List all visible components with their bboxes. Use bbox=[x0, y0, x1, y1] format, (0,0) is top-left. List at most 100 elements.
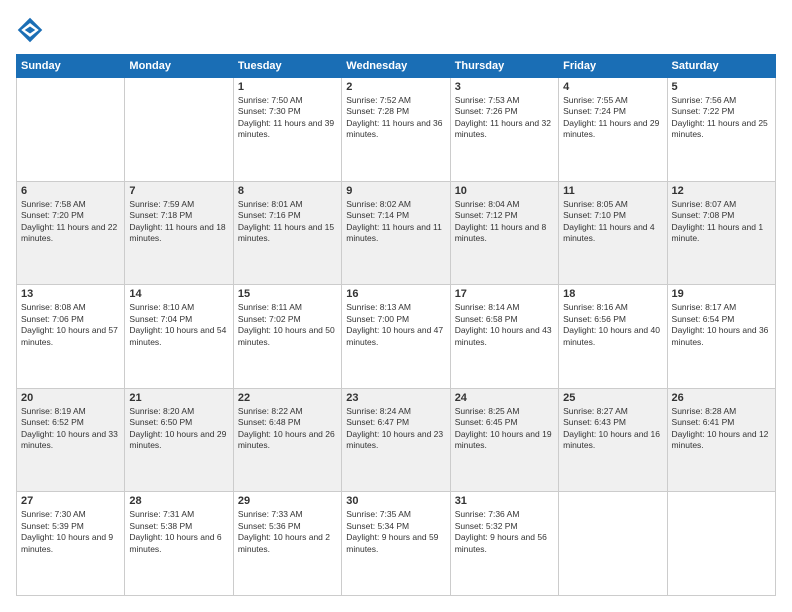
day-number: 30 bbox=[346, 495, 445, 507]
calendar-cell: 20 Sunrise: 8:19 AMSunset: 6:52 PMDayligh… bbox=[17, 388, 125, 492]
calendar-cell: 25 Sunrise: 8:27 AMSunset: 6:43 PMDayligh… bbox=[559, 388, 667, 492]
day-info: Sunrise: 8:27 AMSunset: 6:43 PMDaylight:… bbox=[563, 406, 662, 452]
calendar-cell: 10Sunrise: 8:04 AMSunset: 7:12 PMDayligh… bbox=[450, 181, 558, 285]
day-info: Sunrise: 7:55 AMSunset: 7:24 PMDaylight:… bbox=[563, 95, 662, 141]
day-number: 17 bbox=[455, 288, 554, 300]
day-info: Sunrise: 8:28 AMSunset: 6:41 PMDaylight:… bbox=[672, 406, 771, 452]
calendar-cell: 24 Sunrise: 8:25 AMSunset: 6:45 PMDayligh… bbox=[450, 388, 558, 492]
calendar: SundayMondayTuesdayWednesdayThursdayFrid… bbox=[16, 54, 776, 596]
calendar-cell bbox=[559, 492, 667, 596]
weekday-header: Monday bbox=[125, 55, 233, 78]
calendar-cell: 29 Sunrise: 7:33 AMSunset: 5:36 PMDayligh… bbox=[233, 492, 341, 596]
day-number: 28 bbox=[129, 495, 228, 507]
day-info: Sunrise: 7:36 AMSunset: 5:32 PMDaylight:… bbox=[455, 509, 554, 555]
day-info: Sunrise: 7:33 AMSunset: 5:36 PMDaylight:… bbox=[238, 509, 337, 555]
day-info: Sunrise: 8:05 AMSunset: 7:10 PMDaylight:… bbox=[563, 199, 662, 245]
day-info: Sunrise: 8:11 AMSunset: 7:02 PMDaylight:… bbox=[238, 302, 337, 348]
calendar-cell: 15 Sunrise: 8:11 AMSunset: 7:02 PMDayligh… bbox=[233, 285, 341, 389]
calendar-cell: 14Sunrise: 8:10 AMSunset: 7:04 PMDayligh… bbox=[125, 285, 233, 389]
calendar-cell: 28 Sunrise: 7:31 AMSunset: 5:38 PMDayligh… bbox=[125, 492, 233, 596]
day-info: Sunrise: 7:56 AMSunset: 7:22 PMDaylight:… bbox=[672, 95, 771, 141]
page: SundayMondayTuesdayWednesdayThursdayFrid… bbox=[0, 0, 792, 612]
day-info: Sunrise: 7:59 AMSunset: 7:18 PMDaylight:… bbox=[129, 199, 228, 245]
calendar-cell: 21 Sunrise: 8:20 AMSunset: 6:50 PMDayligh… bbox=[125, 388, 233, 492]
day-number: 12 bbox=[672, 185, 771, 197]
day-info: Sunrise: 8:02 AMSunset: 7:14 PMDaylight:… bbox=[346, 199, 445, 245]
day-number: 7 bbox=[129, 185, 228, 197]
calendar-week-row: 13Sunrise: 8:08 AMSunset: 7:06 PMDayligh… bbox=[17, 285, 776, 389]
calendar-cell: 18 Sunrise: 8:16 AMSunset: 6:56 PMDayligh… bbox=[559, 285, 667, 389]
day-info: Sunrise: 8:13 AMSunset: 7:00 PMDaylight:… bbox=[346, 302, 445, 348]
day-number: 11 bbox=[563, 185, 662, 197]
calendar-cell: 30 Sunrise: 7:35 AMSunset: 5:34 PMDayligh… bbox=[342, 492, 450, 596]
calendar-cell: 7 Sunrise: 7:59 AMSunset: 7:18 PMDaylight… bbox=[125, 181, 233, 285]
day-number: 15 bbox=[238, 288, 337, 300]
day-info: Sunrise: 8:22 AMSunset: 6:48 PMDaylight:… bbox=[238, 406, 337, 452]
day-info: Sunrise: 8:17 AMSunset: 6:54 PMDaylight:… bbox=[672, 302, 771, 348]
day-number: 19 bbox=[672, 288, 771, 300]
day-info: Sunrise: 7:35 AMSunset: 5:34 PMDaylight:… bbox=[346, 509, 445, 555]
day-info: Sunrise: 8:24 AMSunset: 6:47 PMDaylight:… bbox=[346, 406, 445, 452]
day-info: Sunrise: 8:19 AMSunset: 6:52 PMDaylight:… bbox=[21, 406, 120, 452]
day-info: Sunrise: 8:07 AMSunset: 7:08 PMDaylight:… bbox=[672, 199, 771, 245]
weekday-header: Tuesday bbox=[233, 55, 341, 78]
calendar-cell: 2 Sunrise: 7:52 AMSunset: 7:28 PMDaylight… bbox=[342, 78, 450, 182]
calendar-cell: 3 Sunrise: 7:53 AMSunset: 7:26 PMDaylight… bbox=[450, 78, 558, 182]
day-info: Sunrise: 8:04 AMSunset: 7:12 PMDaylight:… bbox=[455, 199, 554, 245]
calendar-cell: 11 Sunrise: 8:05 AMSunset: 7:10 PMDayligh… bbox=[559, 181, 667, 285]
day-info: Sunrise: 7:30 AMSunset: 5:39 PMDaylight:… bbox=[21, 509, 120, 555]
weekday-header-row: SundayMondayTuesdayWednesdayThursdayFrid… bbox=[17, 55, 776, 78]
logo bbox=[16, 16, 48, 44]
calendar-cell: 16 Sunrise: 8:13 AMSunset: 7:00 PMDayligh… bbox=[342, 285, 450, 389]
day-number: 6 bbox=[21, 185, 120, 197]
day-number: 21 bbox=[129, 392, 228, 404]
calendar-week-row: 1 Sunrise: 7:50 AMSunset: 7:30 PMDaylight… bbox=[17, 78, 776, 182]
calendar-cell: 4 Sunrise: 7:55 AMSunset: 7:24 PMDaylight… bbox=[559, 78, 667, 182]
calendar-cell: 8 Sunrise: 8:01 AMSunset: 7:16 PMDaylight… bbox=[233, 181, 341, 285]
calendar-cell: 12 Sunrise: 8:07 AMSunset: 7:08 PMDayligh… bbox=[667, 181, 775, 285]
day-info: Sunrise: 8:01 AMSunset: 7:16 PMDaylight:… bbox=[238, 199, 337, 245]
calendar-cell: 27Sunrise: 7:30 AMSunset: 5:39 PMDayligh… bbox=[17, 492, 125, 596]
day-info: Sunrise: 8:20 AMSunset: 6:50 PMDaylight:… bbox=[129, 406, 228, 452]
calendar-cell: 13Sunrise: 8:08 AMSunset: 7:06 PMDayligh… bbox=[17, 285, 125, 389]
day-info: Sunrise: 7:53 AMSunset: 7:26 PMDaylight:… bbox=[455, 95, 554, 141]
day-number: 13 bbox=[21, 288, 120, 300]
weekday-header: Friday bbox=[559, 55, 667, 78]
day-info: Sunrise: 7:52 AMSunset: 7:28 PMDaylight:… bbox=[346, 95, 445, 141]
calendar-week-row: 20 Sunrise: 8:19 AMSunset: 6:52 PMDayligh… bbox=[17, 388, 776, 492]
day-number: 4 bbox=[563, 81, 662, 93]
day-info: Sunrise: 8:10 AMSunset: 7:04 PMDaylight:… bbox=[129, 302, 228, 348]
day-number: 20 bbox=[21, 392, 120, 404]
header bbox=[16, 16, 776, 44]
calendar-cell: 9Sunrise: 8:02 AMSunset: 7:14 PMDaylight… bbox=[342, 181, 450, 285]
weekday-header: Saturday bbox=[667, 55, 775, 78]
day-info: Sunrise: 7:58 AMSunset: 7:20 PMDaylight:… bbox=[21, 199, 120, 245]
calendar-cell: 5Sunrise: 7:56 AMSunset: 7:22 PMDaylight… bbox=[667, 78, 775, 182]
day-info: Sunrise: 8:16 AMSunset: 6:56 PMDaylight:… bbox=[563, 302, 662, 348]
day-number: 31 bbox=[455, 495, 554, 507]
calendar-cell: 6 Sunrise: 7:58 AMSunset: 7:20 PMDaylight… bbox=[17, 181, 125, 285]
day-number: 24 bbox=[455, 392, 554, 404]
calendar-cell bbox=[125, 78, 233, 182]
calendar-week-row: 27Sunrise: 7:30 AMSunset: 5:39 PMDayligh… bbox=[17, 492, 776, 596]
day-number: 2 bbox=[346, 81, 445, 93]
day-number: 1 bbox=[238, 81, 337, 93]
day-number: 8 bbox=[238, 185, 337, 197]
day-number: 25 bbox=[563, 392, 662, 404]
day-info: Sunrise: 8:25 AMSunset: 6:45 PMDaylight:… bbox=[455, 406, 554, 452]
day-info: Sunrise: 7:31 AMSunset: 5:38 PMDaylight:… bbox=[129, 509, 228, 555]
day-number: 18 bbox=[563, 288, 662, 300]
logo-icon bbox=[16, 16, 44, 44]
calendar-cell: 19 Sunrise: 8:17 AMSunset: 6:54 PMDayligh… bbox=[667, 285, 775, 389]
weekday-header: Sunday bbox=[17, 55, 125, 78]
calendar-cell: 26Sunrise: 8:28 AMSunset: 6:41 PMDayligh… bbox=[667, 388, 775, 492]
day-number: 29 bbox=[238, 495, 337, 507]
day-info: Sunrise: 8:14 AMSunset: 6:58 PMDaylight:… bbox=[455, 302, 554, 348]
weekday-header: Thursday bbox=[450, 55, 558, 78]
day-info: Sunrise: 7:50 AMSunset: 7:30 PMDaylight:… bbox=[238, 95, 337, 141]
calendar-cell bbox=[17, 78, 125, 182]
day-number: 3 bbox=[455, 81, 554, 93]
day-number: 22 bbox=[238, 392, 337, 404]
day-number: 16 bbox=[346, 288, 445, 300]
calendar-week-row: 6 Sunrise: 7:58 AMSunset: 7:20 PMDaylight… bbox=[17, 181, 776, 285]
